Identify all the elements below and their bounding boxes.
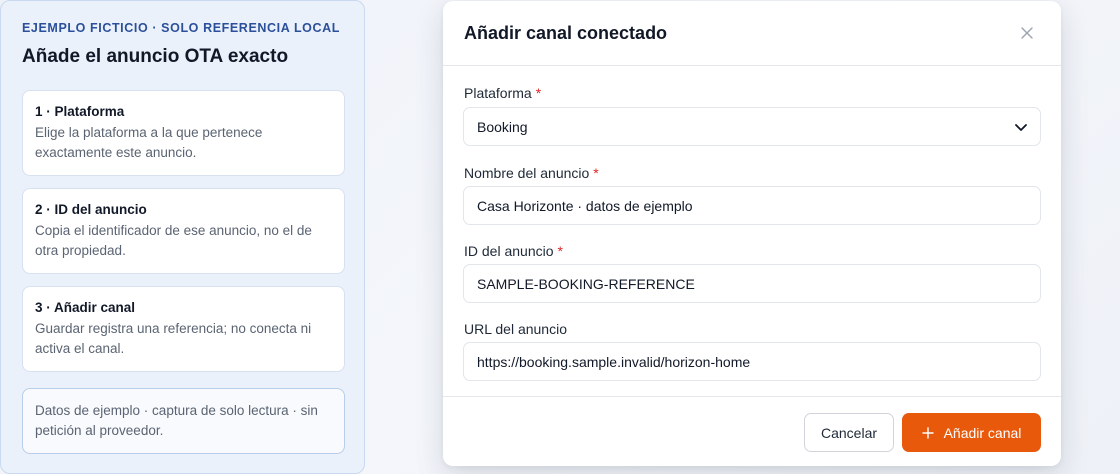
plus-icon	[921, 426, 934, 439]
close-icon	[1021, 27, 1033, 39]
required-mark: *	[593, 165, 599, 181]
required-mark: *	[535, 85, 542, 101]
listing-url-label: URL del anuncio	[464, 321, 567, 337]
sample-data-note: Datos de ejemplo · captura de solo lectu…	[22, 388, 345, 454]
add-channel-dialog: Añadir canal conectado Plataforma * Booki…	[443, 1, 1061, 466]
listing-id-label-text: ID del anuncio	[464, 243, 554, 259]
guide-title: Añade el anuncio OTA exacto	[22, 46, 289, 67]
step-text: Copia el identificador de ese anuncio, n…	[35, 223, 312, 258]
step-card-add-channel: 3 · Añadir canal Guardar registra una re…	[22, 286, 345, 372]
step-text: Guardar registra una referencia; no cone…	[35, 321, 312, 356]
guide-panel: EJEMPLO FICTICIO · SOLO REFERENCIA LOCAL…	[0, 0, 365, 474]
listing-id-label: ID del anuncio *	[464, 243, 563, 259]
chevron-down-icon	[1015, 124, 1027, 131]
required-mark: *	[557, 243, 563, 259]
dialog-header: Añadir canal conectado	[443, 1, 1061, 66]
step-text: Elige la plataforma a la que pertenece e…	[35, 125, 263, 160]
platform-label-text: Plataforma	[464, 85, 532, 101]
listing-name-input[interactable]: Casa Horizonte · datos de ejemplo	[463, 186, 1041, 225]
step-card-listing-id: 2 · ID del anuncio Copia el identificado…	[22, 188, 345, 274]
listing-url-value: https://booking.sample.invalid/horizon-h…	[477, 353, 751, 370]
platform-selected-value: Booking	[477, 118, 528, 135]
listing-name-label-text: Nombre del anuncio	[464, 165, 590, 181]
step-title: 1 · Plataforma	[35, 104, 125, 119]
guide-eyebrow: EJEMPLO FICTICIO · SOLO REFERENCIA LOCAL	[22, 21, 340, 35]
dialog-footer: Cancelar Añadir canal	[443, 396, 1061, 466]
add-channel-label: Añadir canal	[943, 424, 1022, 441]
listing-name-label: Nombre del anuncio *	[464, 165, 599, 181]
listing-name-value: Casa Horizonte · datos de ejemplo	[477, 197, 693, 214]
listing-url-label-text: URL del anuncio	[464, 321, 567, 337]
listing-id-input[interactable]: SAMPLE-BOOKING-REFERENCE	[463, 264, 1041, 303]
listing-url-input[interactable]: https://booking.sample.invalid/horizon-h…	[463, 342, 1041, 381]
add-channel-button[interactable]: Añadir canal	[902, 413, 1041, 452]
step-card-platform: 1 · Plataforma Elige la plataforma a la …	[22, 90, 345, 176]
platform-label: Plataforma *	[464, 85, 541, 101]
cancel-button[interactable]: Cancelar	[804, 413, 894, 452]
dialog-body: Plataforma * Booking Nombre del anuncio * …	[443, 66, 1061, 396]
dialog-title: Añadir canal conectado	[464, 22, 668, 43]
close-button[interactable]	[1014, 20, 1040, 46]
step-title: 3 · Añadir canal	[35, 300, 136, 315]
platform-select[interactable]: Booking	[463, 107, 1041, 146]
step-title: 2 · ID del anuncio	[35, 202, 147, 217]
listing-id-value: SAMPLE-BOOKING-REFERENCE	[477, 275, 695, 292]
